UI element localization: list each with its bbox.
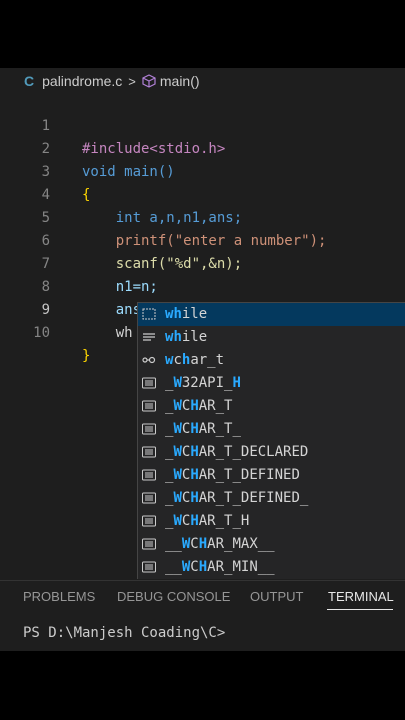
line-number: 10 <box>33 325 50 341</box>
suggestion-label: wchar_t <box>165 352 225 368</box>
tab-output[interactable]: OUTPUT <box>250 589 303 604</box>
tab-problems[interactable]: PROBLEMS <box>23 589 95 604</box>
suggestion-item[interactable]: _WCHAR_T_ <box>138 418 405 441</box>
suggestion-item[interactable]: _WCHAR_T_DECLARED <box>138 441 405 464</box>
suggestion-label: _WCHAR_T <box>165 398 233 414</box>
suggestion-item[interactable]: while <box>138 326 405 349</box>
suggestion-label: _WCHAR_T_DEFINED_ <box>165 490 309 506</box>
code-line-current: 9 wh <box>0 276 405 341</box>
suggestion-label: _WCHAR_T_ <box>165 421 241 437</box>
text-icon <box>142 561 156 573</box>
suggestion-label: _WCHAR_T_DECLARED <box>165 444 309 460</box>
code-line: 2 void main() <box>0 115 405 180</box>
suggestion-item[interactable]: _WCHAR_T_DEFINED_ <box>138 487 405 510</box>
suggestion-item[interactable]: while <box>138 303 405 326</box>
code-line: 8 ans=0; <box>0 253 405 318</box>
suggestion-widget: while while wchar_t _W32API_H _WCHAR_T _WCHAR… <box>137 302 405 579</box>
type-icon <box>142 356 156 364</box>
tab-terminal[interactable]: TERMINAL <box>328 589 394 604</box>
suggestion-label: while <box>165 306 208 322</box>
suggestion-label: __WCHAR_MAX__ <box>165 536 275 552</box>
suggestion-item[interactable]: __WCHAR_MAX__ <box>138 533 405 556</box>
text-icon <box>142 377 156 389</box>
bottom-panel: PROBLEMS DEBUG CONSOLE OUTPUT TERMINAL P… <box>0 580 405 651</box>
code-line: 3 { <box>0 138 405 203</box>
suggestion-item[interactable]: _WCHAR_T_DEFINED <box>138 464 405 487</box>
keyword-icon <box>143 333 155 341</box>
code-line: 4 int a,n,n1,ans; <box>0 161 405 226</box>
text-icon <box>142 492 156 504</box>
suggestion-label: __WCHAR_MIN__ <box>165 559 275 575</box>
breadcrumb-symbol[interactable]: main() <box>160 73 200 89</box>
suggestion-item[interactable]: __WCHAR_MIN__ <box>138 556 405 579</box>
suggestion-item[interactable]: _WCHAR_T <box>138 395 405 418</box>
breadcrumb: C palindrome.c > main() <box>0 68 405 94</box>
text-icon <box>142 538 156 550</box>
suggestion-item[interactable]: _W32API_H <box>138 372 405 395</box>
breadcrumb-file[interactable]: palindrome.c <box>42 73 122 89</box>
suggestion-label: _WCHAR_T_DEFINED <box>165 467 300 483</box>
suggestion-label: _W32API_H <box>165 375 241 391</box>
text-icon <box>142 400 156 412</box>
c-file-icon: C <box>24 73 35 89</box>
text-icon <box>142 423 156 435</box>
tab-debug-console[interactable]: DEBUG CONSOLE <box>117 589 230 604</box>
text-icon <box>142 469 156 481</box>
terminal-prompt[interactable]: PS D:\Manjesh Coading\C> <box>23 625 225 641</box>
snippet-icon <box>142 308 156 320</box>
text-icon <box>142 446 156 458</box>
line-text: wh <box>82 325 133 341</box>
cube-icon <box>142 74 156 88</box>
panel-tabs: PROBLEMS DEBUG CONSOLE OUTPUT TERMINAL <box>0 581 405 613</box>
line-text: } <box>82 348 91 364</box>
active-tab-indicator <box>327 609 393 610</box>
code-line: 6 scanf("%d",&n); <box>0 207 405 272</box>
code-line: 7 n1=n; <box>0 230 405 295</box>
code-line: 5 printf("enter a number"); <box>0 184 405 249</box>
suggestion-item[interactable]: wchar_t <box>138 349 405 372</box>
suggestion-label: _WCHAR_T_H <box>165 513 250 529</box>
suggestion-label: while <box>165 329 208 345</box>
text-icon <box>142 515 156 527</box>
suggestion-item[interactable]: _WCHAR_T_H <box>138 510 405 533</box>
code-line: 1 #include<stdio.h> <box>0 92 405 157</box>
chevron-right-icon: > <box>128 73 136 89</box>
